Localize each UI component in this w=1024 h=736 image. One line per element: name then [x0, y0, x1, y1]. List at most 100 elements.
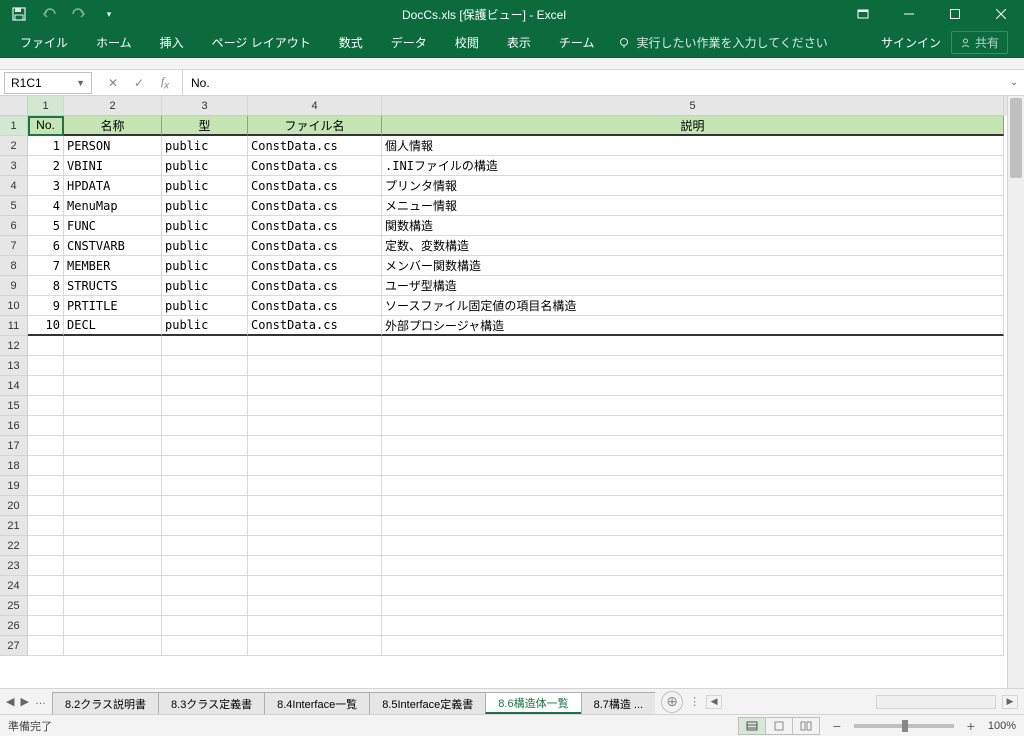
- cell[interactable]: [28, 576, 64, 596]
- cell[interactable]: [162, 516, 248, 536]
- cell[interactable]: ConstData.cs: [248, 296, 382, 316]
- cell[interactable]: ConstData.cs: [248, 216, 382, 236]
- cell[interactable]: [248, 396, 382, 416]
- column-header[interactable]: 2: [64, 96, 162, 116]
- insert-function-icon[interactable]: fx: [152, 72, 178, 94]
- cell[interactable]: 名称: [64, 116, 162, 136]
- cell[interactable]: [162, 536, 248, 556]
- expand-formula-bar-icon[interactable]: ⌄: [1004, 77, 1024, 88]
- cell[interactable]: [248, 356, 382, 376]
- row-header[interactable]: 2: [0, 136, 28, 156]
- normal-view-button[interactable]: [738, 717, 766, 735]
- cell[interactable]: MEMBER: [64, 256, 162, 276]
- tab-next-icon[interactable]: ▶: [20, 695, 28, 708]
- cell[interactable]: [28, 456, 64, 476]
- cell[interactable]: 外部プロシージャ構造: [382, 316, 1004, 336]
- cell[interactable]: PRTITLE: [64, 296, 162, 316]
- cell[interactable]: ConstData.cs: [248, 196, 382, 216]
- cell[interactable]: [162, 616, 248, 636]
- cell[interactable]: ConstData.cs: [248, 236, 382, 256]
- cell[interactable]: PERSON: [64, 136, 162, 156]
- cell[interactable]: [248, 516, 382, 536]
- cell[interactable]: [382, 356, 1004, 376]
- row-header[interactable]: 9: [0, 276, 28, 296]
- cell[interactable]: [382, 496, 1004, 516]
- sheet-tab[interactable]: 8.7構造 ...: [581, 692, 656, 714]
- cell[interactable]: [64, 516, 162, 536]
- cell[interactable]: 5: [28, 216, 64, 236]
- cell[interactable]: 2: [28, 156, 64, 176]
- cell[interactable]: [64, 616, 162, 636]
- tab-data[interactable]: データ: [377, 28, 441, 57]
- cell[interactable]: VBINI: [64, 156, 162, 176]
- chevron-down-icon[interactable]: ▼: [76, 78, 85, 88]
- row-header[interactable]: 6: [0, 216, 28, 236]
- cell[interactable]: 1: [28, 136, 64, 156]
- cell[interactable]: [64, 436, 162, 456]
- cell[interactable]: STRUCTS: [64, 276, 162, 296]
- row-header[interactable]: 23: [0, 556, 28, 576]
- cell[interactable]: [248, 436, 382, 456]
- tab-file[interactable]: ファイル: [6, 28, 82, 57]
- sheet-tab[interactable]: 8.2クラス説明書: [52, 692, 159, 714]
- row-header[interactable]: 19: [0, 476, 28, 496]
- tab-prev-icon[interactable]: ◀: [6, 695, 14, 708]
- minimize-button[interactable]: [886, 0, 932, 28]
- cell[interactable]: ConstData.cs: [248, 276, 382, 296]
- cell[interactable]: [248, 476, 382, 496]
- cell[interactable]: プリンタ情報: [382, 176, 1004, 196]
- cell[interactable]: MenuMap: [64, 196, 162, 216]
- vertical-scrollbar[interactable]: [1007, 96, 1024, 688]
- cell[interactable]: ConstData.cs: [248, 256, 382, 276]
- cell[interactable]: [248, 556, 382, 576]
- cell[interactable]: public: [162, 316, 248, 336]
- scrollbar-thumb[interactable]: [1010, 98, 1022, 178]
- cell[interactable]: [382, 576, 1004, 596]
- zoom-out-button[interactable]: −: [830, 718, 844, 734]
- cell[interactable]: [382, 596, 1004, 616]
- qat-customize-icon[interactable]: ▾: [100, 5, 118, 23]
- sheet-tab[interactable]: 8.3クラス定義書: [158, 692, 265, 714]
- share-button[interactable]: 共有: [951, 31, 1008, 54]
- row-header[interactable]: 16: [0, 416, 28, 436]
- save-icon[interactable]: [10, 5, 28, 23]
- cell[interactable]: [64, 396, 162, 416]
- cell[interactable]: [64, 476, 162, 496]
- horizontal-scrollbar[interactable]: [876, 695, 996, 709]
- cell[interactable]: [28, 496, 64, 516]
- row-header[interactable]: 25: [0, 596, 28, 616]
- cell[interactable]: ConstData.cs: [248, 156, 382, 176]
- cell[interactable]: CNSTVARB: [64, 236, 162, 256]
- row-header[interactable]: 11: [0, 316, 28, 336]
- zoom-thumb[interactable]: [902, 720, 908, 732]
- cell[interactable]: [162, 436, 248, 456]
- cell[interactable]: [382, 456, 1004, 476]
- cell[interactable]: [28, 476, 64, 496]
- cell[interactable]: [162, 556, 248, 576]
- row-header[interactable]: 5: [0, 196, 28, 216]
- cell[interactable]: [64, 416, 162, 436]
- column-header[interactable]: 3: [162, 96, 248, 116]
- cell[interactable]: 型: [162, 116, 248, 136]
- name-box[interactable]: R1C1 ▼: [4, 72, 92, 94]
- cell[interactable]: [162, 396, 248, 416]
- cell[interactable]: [248, 616, 382, 636]
- zoom-level[interactable]: 100%: [988, 720, 1016, 732]
- cell[interactable]: [64, 636, 162, 656]
- column-header[interactable]: 5: [382, 96, 1004, 116]
- cell[interactable]: [382, 396, 1004, 416]
- cell[interactable]: [162, 496, 248, 516]
- cell[interactable]: [28, 616, 64, 636]
- cell[interactable]: [382, 416, 1004, 436]
- cell[interactable]: [248, 416, 382, 436]
- cancel-formula-icon[interactable]: ✕: [100, 72, 126, 94]
- cell[interactable]: [64, 336, 162, 356]
- sheet-tab[interactable]: 8.4Interface一覧: [264, 692, 370, 714]
- cell[interactable]: [28, 336, 64, 356]
- row-header[interactable]: 15: [0, 396, 28, 416]
- cell[interactable]: [382, 556, 1004, 576]
- cell[interactable]: public: [162, 256, 248, 276]
- cell[interactable]: [162, 336, 248, 356]
- cell[interactable]: [248, 336, 382, 356]
- hscroll-left-icon[interactable]: ◀: [706, 695, 722, 709]
